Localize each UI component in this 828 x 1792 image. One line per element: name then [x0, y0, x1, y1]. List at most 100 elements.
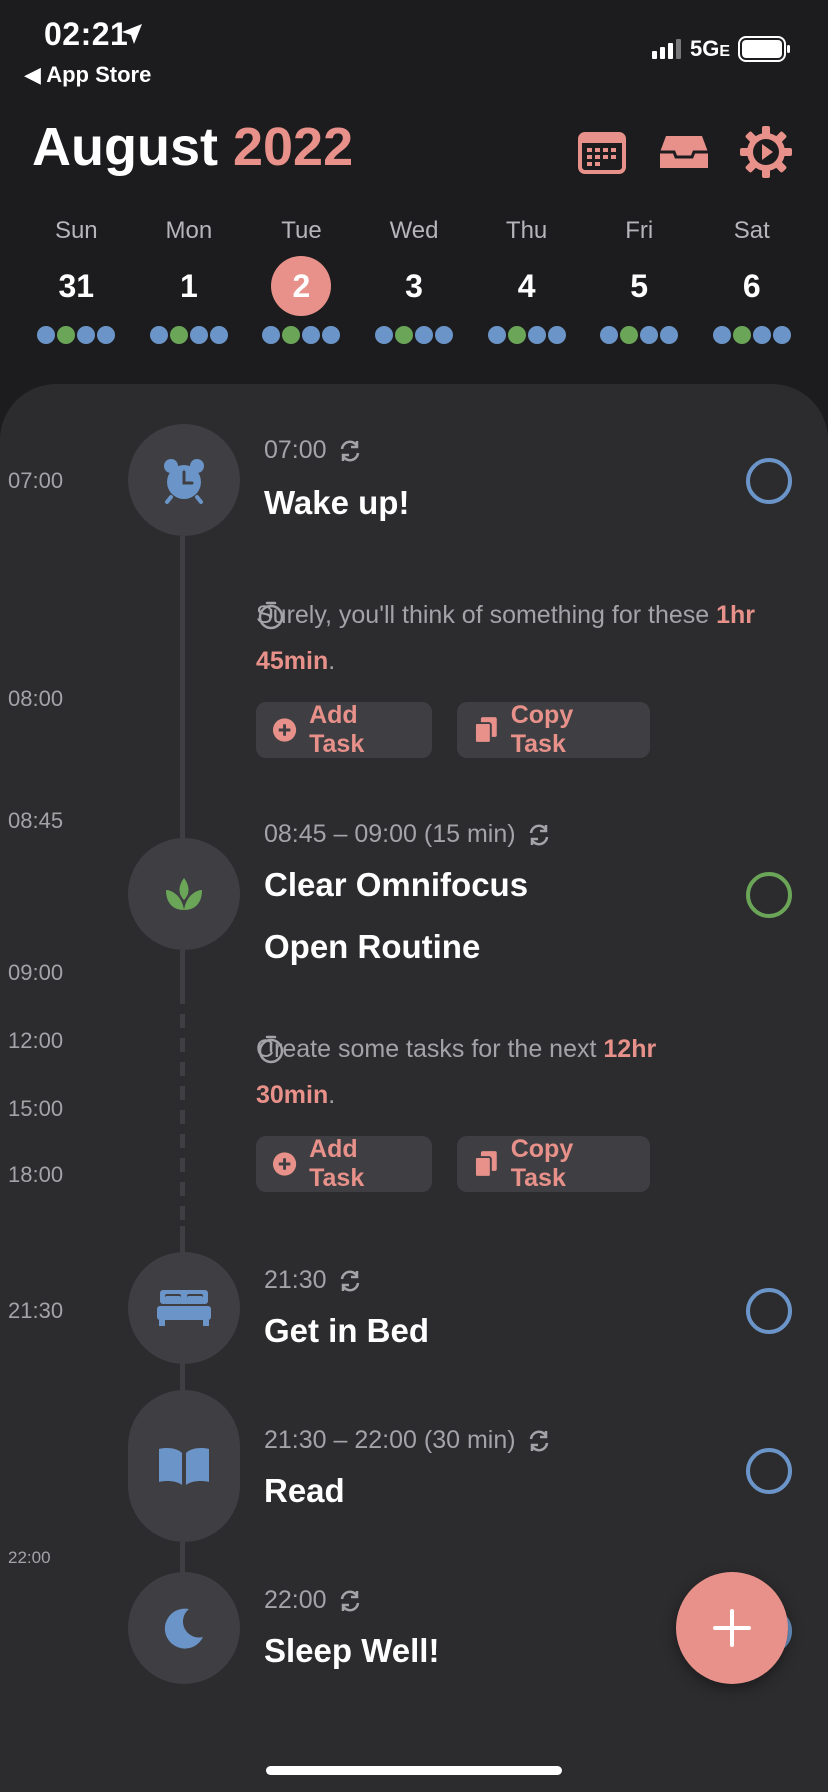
- leaf-icon: [167, 324, 190, 346]
- copy-task-button[interactable]: Copy Task: [457, 701, 650, 758]
- task-icon-bubble[interactable]: [128, 1252, 240, 1364]
- repeat-icon: [340, 1270, 359, 1291]
- plus-icon: [713, 1609, 751, 1647]
- day-wed[interactable]: Wed 3: [358, 212, 471, 360]
- day-fri[interactable]: Fri 5: [583, 212, 696, 360]
- time-label: 12:00: [8, 1028, 64, 1053]
- calendar-icon[interactable]: [574, 124, 630, 180]
- bed-icon: [750, 324, 773, 346]
- day-of-week: Wed: [389, 217, 439, 244]
- book-icon: [95, 324, 118, 346]
- routine-dots: [260, 324, 343, 346]
- leaf-icon: [730, 324, 753, 346]
- leaf-icon: [505, 324, 528, 346]
- copy-task-button[interactable]: Copy Task: [457, 1135, 650, 1192]
- status-indicators: 5GE: [651, 36, 792, 62]
- complete-checkbox[interactable]: [746, 1288, 792, 1334]
- task-title[interactable]: Sleep Well!: [264, 1632, 439, 1670]
- time-label: 18:00: [8, 1162, 64, 1187]
- day-number: 1: [179, 267, 198, 304]
- add-task-fab[interactable]: [676, 1572, 788, 1684]
- status-time: 02:21: [44, 16, 129, 52]
- alarm-icon: [35, 324, 58, 346]
- task-time: 08:45 – 09:00 (15 min): [264, 820, 552, 849]
- add-task-button[interactable]: Add Task: [256, 1135, 432, 1192]
- time-label: 09:00: [8, 960, 64, 985]
- task-icon-bubble[interactable]: [128, 424, 240, 536]
- task-icon-bubble[interactable]: [128, 838, 240, 950]
- task-time: 21:30: [264, 1266, 363, 1295]
- complete-checkbox[interactable]: [746, 872, 792, 918]
- free-time-message: Create some tasks for the next 12hr 30mi…: [256, 1035, 657, 1109]
- task-title[interactable]: Read: [264, 1472, 345, 1510]
- bed-icon: [413, 324, 436, 346]
- day-sat[interactable]: Sat 6: [695, 212, 808, 360]
- month-title: August 2022: [32, 117, 354, 177]
- task-time: 22:00: [264, 1586, 363, 1615]
- copy-icon: [473, 717, 497, 744]
- day-number: 31: [58, 267, 95, 304]
- task-title-secondary[interactable]: Open Routine: [264, 928, 480, 966]
- timeline-connector: [180, 946, 185, 990]
- routine-dots: [710, 324, 793, 346]
- alarm-icon: [147, 324, 170, 346]
- alarm-icon: [485, 324, 508, 346]
- day-thu[interactable]: Thu 4: [470, 212, 583, 360]
- book-icon: [770, 324, 793, 346]
- task-time: 07:00: [264, 436, 363, 465]
- bed-icon: [75, 324, 98, 346]
- task-time: 21:30 – 22:00 (30 min): [264, 1426, 552, 1455]
- day-of-week: Sun: [54, 217, 98, 244]
- complete-checkbox[interactable]: [746, 458, 792, 504]
- task-icon-bubble[interactable]: [128, 1572, 240, 1684]
- free-time-message: Surely, you'll think of something for th…: [256, 601, 756, 675]
- routine-dots: [35, 324, 118, 346]
- bed-icon: [300, 324, 323, 346]
- back-to-app-store[interactable]: ◀ App Store: [24, 62, 151, 88]
- signal-icon: [651, 39, 681, 59]
- day-mon[interactable]: Mon 1: [133, 212, 246, 360]
- alarm-icon: [710, 324, 733, 346]
- settings-icon[interactable]: [738, 124, 794, 180]
- day-sun[interactable]: Sun 31: [20, 212, 133, 360]
- bed-icon: [187, 324, 210, 346]
- day-number: 6: [742, 267, 761, 304]
- home-indicator[interactable]: [266, 1766, 562, 1775]
- timeline-connector: [180, 1362, 185, 1392]
- day-of-week: Fri: [625, 217, 654, 244]
- time-label: 08:00: [8, 686, 64, 711]
- task-title[interactable]: Clear Omnifocus: [264, 866, 528, 904]
- book-icon: [658, 324, 681, 346]
- alarm-icon: [373, 324, 396, 346]
- time-label: 15:00: [8, 1096, 64, 1121]
- repeat-icon: [529, 824, 548, 845]
- add-task-button[interactable]: Add Task: [256, 701, 432, 758]
- complete-checkbox[interactable]: [746, 1448, 792, 1494]
- repeat-icon: [340, 440, 359, 461]
- location-arrow-icon: [122, 24, 142, 44]
- leaf-icon: [166, 878, 202, 910]
- leaf-icon: [618, 324, 641, 346]
- routine-dots: [373, 324, 456, 346]
- task-icon-bubble[interactable]: [128, 1390, 240, 1542]
- book-icon: [433, 324, 456, 346]
- task-title[interactable]: Wake up!: [264, 484, 409, 522]
- book-icon: [320, 324, 343, 346]
- day-of-week: Sat: [733, 217, 770, 244]
- leaf-icon: [280, 324, 303, 346]
- alarm-icon: [598, 324, 621, 346]
- routine-dots: [147, 324, 230, 346]
- task-title[interactable]: Get in Bed: [264, 1312, 429, 1350]
- leaf-icon: [393, 324, 416, 346]
- plus-circle-icon: [272, 718, 297, 742]
- repeat-icon: [529, 1430, 548, 1451]
- day-number-selected: 2: [271, 256, 332, 316]
- inbox-icon[interactable]: [656, 124, 712, 180]
- leaf-icon: [55, 324, 78, 346]
- day-number: 4: [517, 267, 536, 304]
- timeline-connector-gap: [180, 990, 185, 1226]
- repeat-icon: [340, 1590, 359, 1611]
- copy-icon: [473, 1151, 497, 1178]
- day-number: 3: [405, 267, 423, 304]
- day-tue[interactable]: Tue 2: [245, 212, 358, 360]
